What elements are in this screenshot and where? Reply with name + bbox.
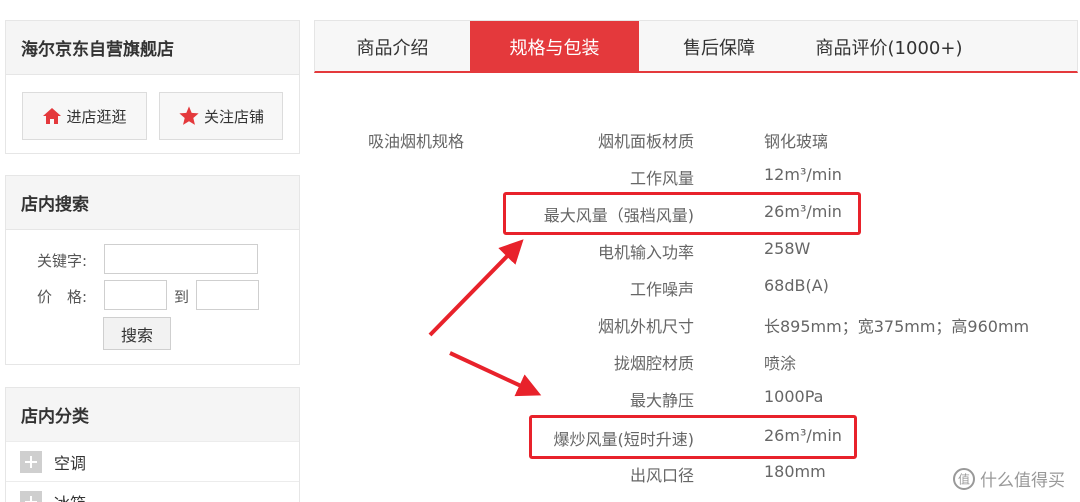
store-name: 海尔京东自营旗舰店 <box>6 21 299 75</box>
tab-spec-packaging[interactable]: 规格与包装 <box>470 21 639 72</box>
spec-row: 工作噪声 68dB(A) <box>0 268 1080 305</box>
spec-value: 喷涂 <box>764 354 797 373</box>
spec-name: 烟机外机尺寸 <box>597 317 694 336</box>
spec-name: 电机输入功率 <box>597 243 694 262</box>
expand-plus-icon <box>20 490 42 502</box>
spec-value: 1000Pa <box>764 387 824 406</box>
spec-value: 长895mm；宽375mm；高960mm <box>764 317 1030 336</box>
spec-name: 拢烟腔材质 <box>613 354 694 373</box>
spec-name: 出风口径 <box>629 466 694 485</box>
spec-value: 12m³/min <box>764 165 842 184</box>
spec-value: 258W <box>764 239 811 258</box>
spec-name: 烟机面板材质 <box>597 132 694 151</box>
spec-name: 工作噪声 <box>629 280 694 299</box>
tab-reviews[interactable]: 商品评价(1000+) <box>799 21 979 72</box>
spec-row: 电机输入功率 258W <box>0 231 1080 268</box>
spec-value: 68dB(A) <box>764 276 829 295</box>
spec-row: 工作风量 12m³/min <box>0 157 1080 194</box>
spec-row: 拢烟腔材质 喷涂 <box>0 342 1080 379</box>
watermark: 值 什么值得买 <box>952 466 1065 491</box>
tab-after-sales[interactable]: 售后保障 <box>639 21 799 72</box>
svg-text:值: 值 <box>958 471 970 486</box>
spec-name: 工作风量 <box>629 169 694 188</box>
product-tabs: 商品介绍 规格与包装 售后保障 商品评价(1000+) <box>314 20 1078 73</box>
spec-row: 烟机面板材质 钢化玻璃 <box>0 120 1080 157</box>
spec-value: 180mm <box>764 462 826 481</box>
spec-value: 钢化玻璃 <box>764 132 829 151</box>
spec-row: 最大静压 1000Pa <box>0 379 1080 416</box>
category-item-label: 冰箱 <box>54 490 86 502</box>
spec-row: 出风口径 180mm <box>0 454 1080 491</box>
highlight-box-stirfry-airflow <box>529 415 857 459</box>
watermark-text: 什么值得买 <box>980 471 1065 491</box>
spec-row: 烟机外机尺寸 长895mm；宽375mm；高960mm <box>0 305 1080 342</box>
zhide-logo-icon: 值 <box>953 467 975 490</box>
spec-name: 最大静压 <box>629 391 694 410</box>
highlight-box-max-airflow <box>503 192 861 235</box>
tab-product-intro[interactable]: 商品介绍 <box>315 21 470 72</box>
